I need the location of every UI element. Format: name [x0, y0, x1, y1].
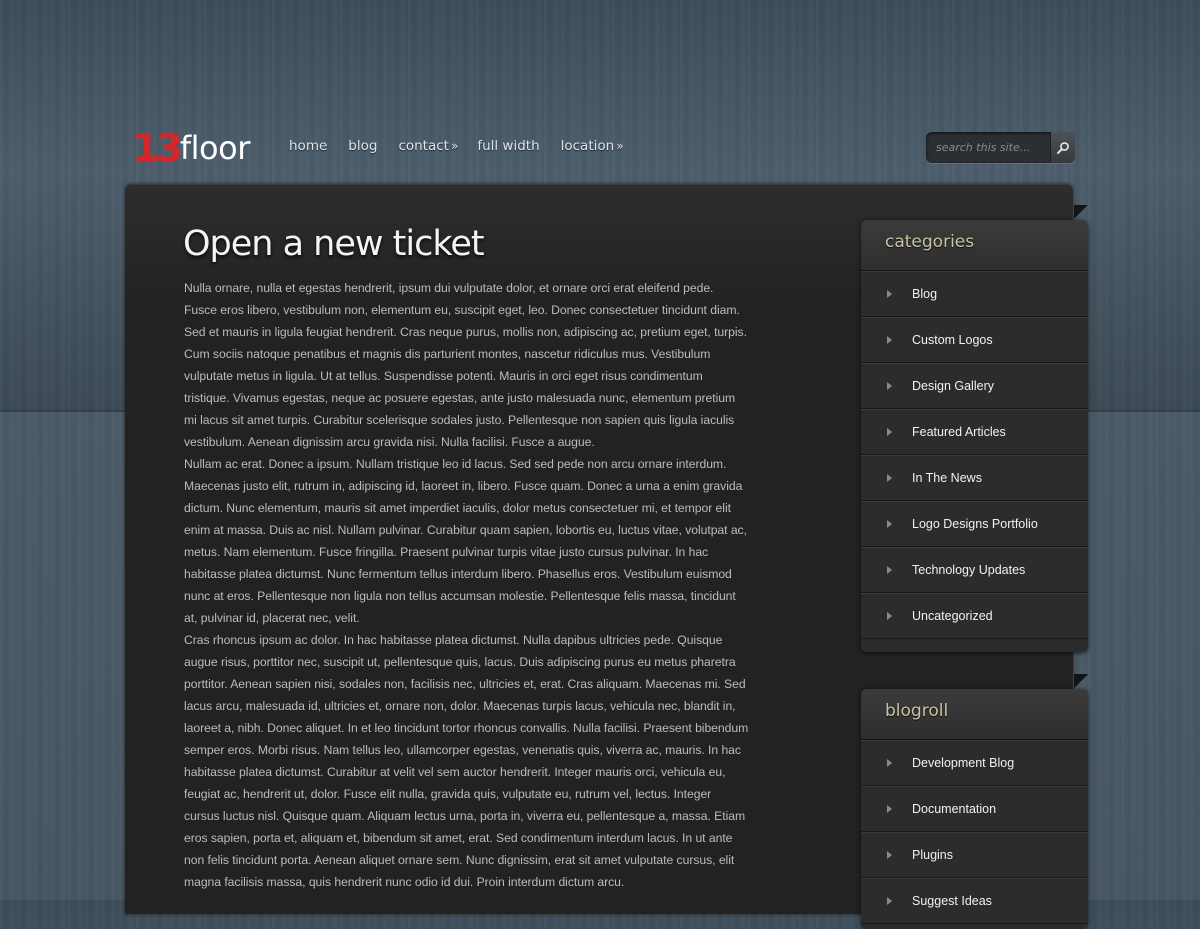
bullet-arrow-icon	[887, 897, 892, 905]
site-logo[interactable]: 13 floor	[131, 126, 250, 170]
widget-corner	[1074, 674, 1088, 688]
bullet-arrow-icon	[887, 474, 892, 482]
bullet-arrow-icon	[887, 336, 892, 344]
bullet-arrow-icon	[887, 805, 892, 813]
category-item-custom-logos[interactable]: Custom Logos	[861, 317, 1088, 363]
article-body: Nulla ornare, nulla et egestas hendrerit…	[184, 277, 749, 893]
nav-item-home[interactable]: home	[289, 138, 329, 154]
article-paragraph: Cras rhoncus ipsum ac dolor. In hac habi…	[184, 633, 749, 889]
bullet-arrow-icon	[887, 851, 892, 859]
logo-number: 13	[131, 126, 183, 170]
main-nav: home blog contact» full width location»	[289, 138, 643, 154]
bullet-arrow-icon	[887, 290, 892, 298]
widget-footer	[861, 639, 1088, 659]
widget-corner	[1074, 205, 1088, 219]
dropdown-arrow-icon: »	[450, 139, 459, 153]
page-title: Open a new ticket	[183, 224, 485, 264]
bullet-arrow-icon	[887, 382, 892, 390]
blogroll-item-documentation[interactable]: Documentation	[861, 786, 1088, 832]
search-button[interactable]	[1050, 132, 1075, 163]
dropdown-arrow-icon: »	[616, 139, 624, 153]
bullet-arrow-icon	[887, 759, 892, 767]
search-icon	[1057, 141, 1069, 154]
widget-header: categories	[861, 220, 1088, 271]
bullet-arrow-icon	[887, 612, 892, 620]
category-item-technology-updates[interactable]: Technology Updates	[861, 547, 1088, 593]
blogroll-item-suggest-ideas[interactable]: Suggest Ideas	[861, 878, 1088, 924]
category-item-uncategorized[interactable]: Uncategorized	[861, 593, 1088, 639]
widget-title: categories	[885, 232, 975, 252]
widget-header: blogroll	[861, 689, 1088, 740]
search-input[interactable]	[926, 132, 1050, 163]
category-item-blog[interactable]: Blog	[861, 271, 1088, 317]
category-item-logo-designs-portfolio[interactable]: Logo Designs Portfolio	[861, 501, 1088, 547]
article-paragraph: Nullam ac erat. Donec a ipsum. Nullam tr…	[184, 457, 747, 625]
bullet-arrow-icon	[887, 520, 892, 528]
blogroll-item-plugins[interactable]: Plugins	[861, 832, 1088, 878]
category-item-in-the-news[interactable]: In The News	[861, 455, 1088, 501]
bullet-arrow-icon	[887, 428, 892, 436]
blogroll-widget: blogroll Development Blog Documentation …	[861, 689, 1088, 929]
article-paragraph: Nulla ornare, nulla et egestas hendrerit…	[184, 281, 747, 449]
category-item-design-gallery[interactable]: Design Gallery	[861, 363, 1088, 409]
categories-widget: categories Blog Custom Logos Design Gall…	[861, 220, 1088, 652]
nav-item-full-width[interactable]: full width	[477, 138, 541, 154]
nav-item-location[interactable]: location»	[561, 138, 624, 154]
search-box	[926, 132, 1075, 163]
widget-title: blogroll	[885, 701, 949, 721]
nav-item-contact[interactable]: contact»	[398, 138, 458, 154]
blogroll-item-development-blog[interactable]: Development Blog	[861, 740, 1088, 786]
logo-word: floor	[179, 129, 250, 167]
bullet-arrow-icon	[887, 566, 892, 574]
category-item-featured-articles[interactable]: Featured Articles	[861, 409, 1088, 455]
nav-item-blog[interactable]: blog	[348, 138, 379, 154]
